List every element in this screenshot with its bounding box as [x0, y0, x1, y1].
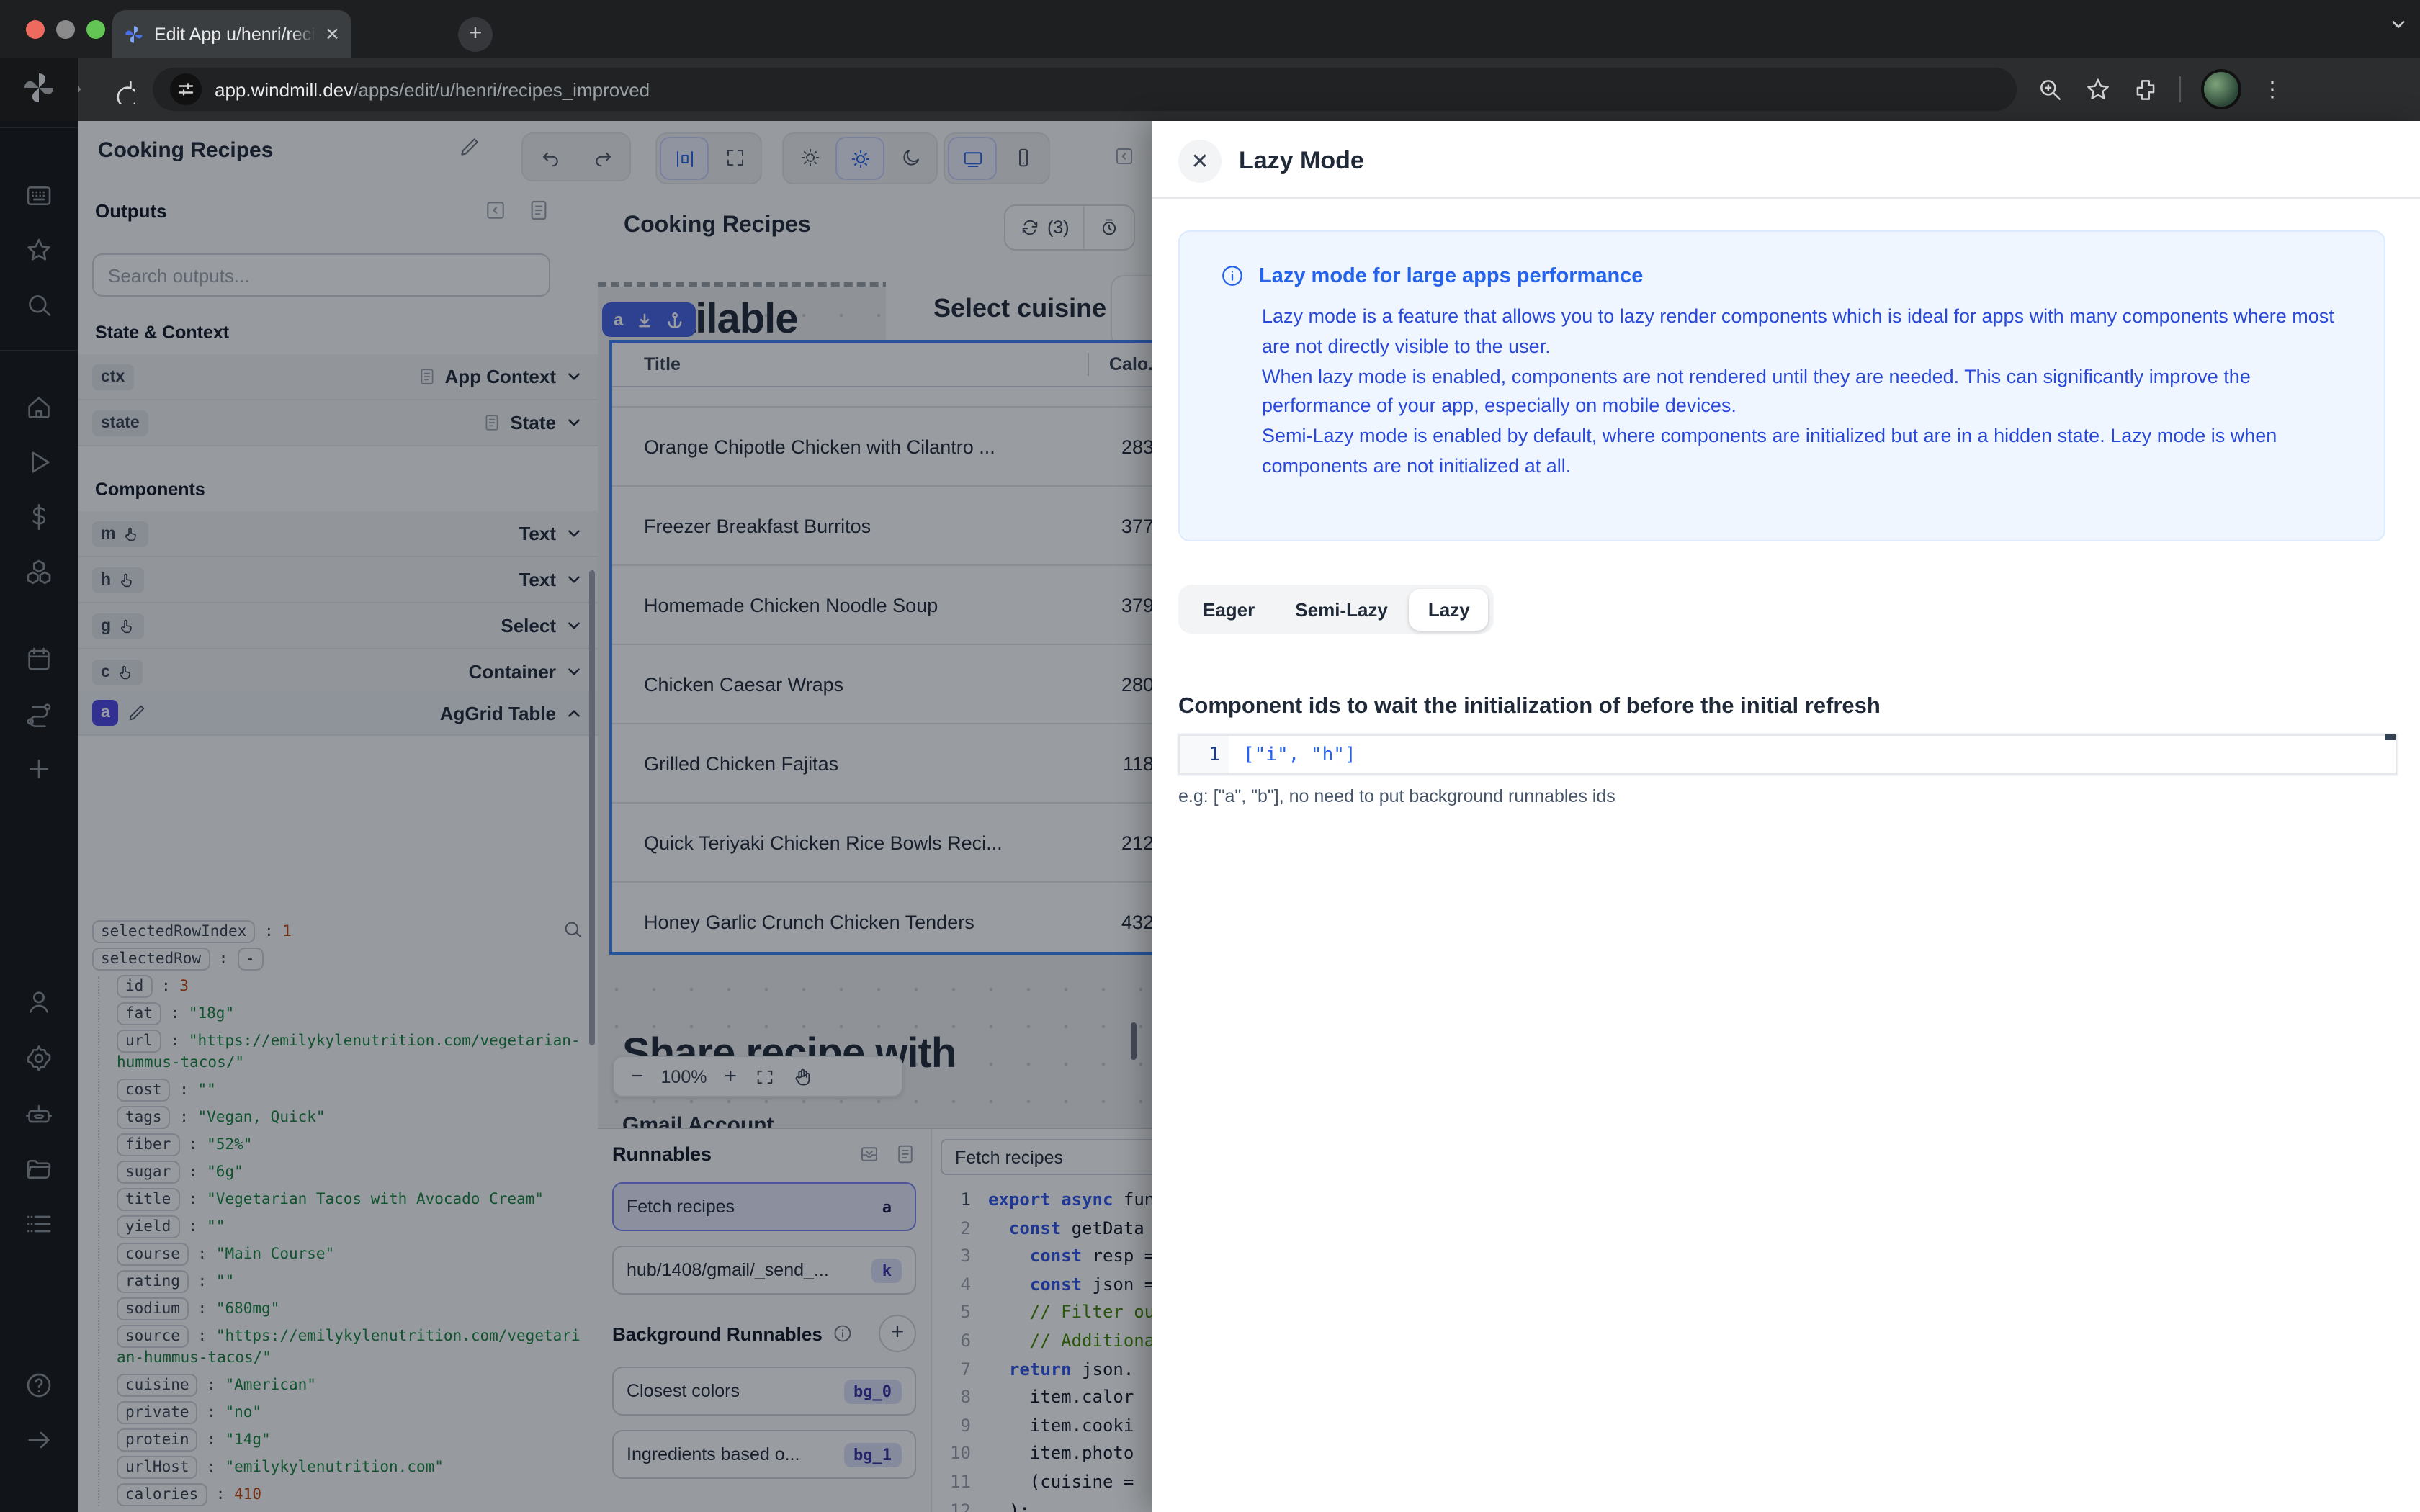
url-text: app.windmill.dev/apps/edit/u/henri/recip…	[215, 78, 650, 100]
drawer-backdrop[interactable]	[0, 121, 1152, 1512]
zoom-window-button[interactable]	[86, 20, 105, 39]
info-paragraph: Lazy mode is a feature that allows you t…	[1262, 305, 2334, 357]
drawer-title: Lazy Mode	[1239, 147, 1364, 174]
site-settings-icon[interactable]	[170, 73, 202, 105]
browser-tab[interactable]: Edit App u/henri/recipes_impr ✕	[112, 10, 351, 58]
close-window-button[interactable]	[26, 20, 45, 39]
windmill-logo-icon[interactable]	[22, 71, 56, 105]
info-title: Lazy mode for large apps performance	[1259, 264, 1644, 287]
mode-option-semi-lazy[interactable]: Semi-Lazy	[1276, 588, 1407, 630]
reload-icon[interactable]	[107, 75, 135, 104]
bookmark-star-icon[interactable]	[2084, 76, 2112, 103]
ids-helper-text: e.g: ["a", "b"], no need to put backgrou…	[1178, 786, 1615, 806]
info-circle-icon	[1222, 266, 1242, 286]
traffic-lights[interactable]	[26, 20, 117, 46]
minimize-window-button[interactable]	[56, 20, 75, 39]
tab-search-chevron-icon[interactable]	[2388, 14, 2408, 35]
browser-tab-strip: Edit App u/henri/recipes_impr ✕ +	[0, 0, 2420, 58]
new-tab-button[interactable]: +	[458, 17, 493, 52]
zoom-page-icon[interactable]	[2037, 76, 2064, 103]
close-drawer-button[interactable]: ✕	[1178, 140, 1222, 183]
info-body: Lazy mode is a feature that allows you t…	[1262, 302, 2335, 482]
info-paragraph: When lazy mode is enabled, components ar…	[1262, 365, 2251, 417]
line-number: 1	[1180, 736, 1229, 773]
mode-option-lazy[interactable]: Lazy	[1409, 588, 1489, 630]
browser-toolbar: app.windmill.dev/apps/edit/u/henri/recip…	[0, 58, 2420, 121]
extensions-icon[interactable]	[2132, 76, 2159, 103]
windmill-favicon	[125, 25, 143, 42]
lazy-mode-drawer: ✕ Lazy Mode Lazy mode for large apps per…	[1152, 121, 2420, 1512]
tab-title: Edit App u/henri/recipes_impr	[154, 24, 315, 44]
ids-value: ["i", "h"]	[1243, 744, 1356, 765]
toolbar-divider	[2179, 76, 2181, 102]
screen: Edit App u/henri/recipes_impr ✕ + app.wi…	[0, 0, 2420, 1512]
profile-avatar[interactable]	[2201, 69, 2241, 109]
component-ids-code-input[interactable]: 1 ["i", "h"]	[1178, 734, 2397, 775]
mode-option-eager[interactable]: Eager	[1184, 588, 1273, 630]
lazy-mode-info-box: Lazy mode for large apps performance Laz…	[1178, 230, 2385, 541]
editor-overview-mark	[2385, 734, 2396, 740]
info-paragraph: Semi-Lazy mode is enabled by default, wh…	[1262, 425, 2277, 477]
kebab-menu-icon[interactable]: ⋮	[2262, 76, 2283, 102]
drawer-divider	[1152, 197, 2420, 199]
tab-close-icon[interactable]: ✕	[325, 23, 340, 45]
component-ids-heading: Component ids to wait the initialization…	[1178, 694, 1881, 719]
url-bar[interactable]: app.windmill.dev/apps/edit/u/henri/recip…	[153, 68, 2017, 111]
lazy-mode-segmented-control: Eager Semi-Lazy Lazy	[1178, 585, 1494, 634]
